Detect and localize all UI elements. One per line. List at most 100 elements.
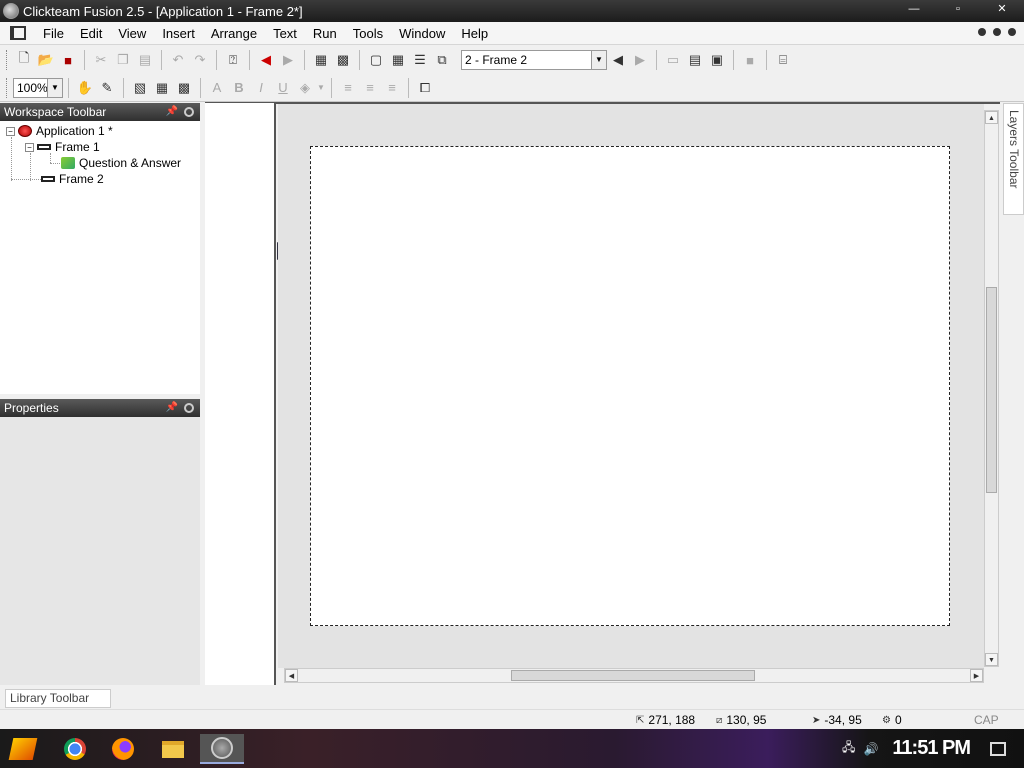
editor-toolbar: 100% ▼ ✋ ✎ ▧ ▦ ▩ A B I U ◈ ▼ ≡ ≡ ≡ ⧠ (0, 74, 1024, 102)
collapse-icon[interactable]: − (6, 126, 15, 136)
workspace-toolbar-header[interactable]: Workspace Toolbar 📌 (0, 103, 200, 121)
save-icon[interactable]: ■ (57, 49, 79, 71)
undo-icon[interactable]: ↶ (167, 49, 189, 71)
mdi-controls[interactable] (978, 28, 1016, 36)
event-list-icon[interactable]: ▩ (332, 49, 354, 71)
editor-outside-area[interactable] (205, 103, 276, 685)
scroll-left-icon[interactable]: ◀ (285, 669, 298, 682)
previous-frame-icon[interactable]: ◀ (607, 49, 629, 71)
close-button[interactable]: ✕ (980, 0, 1024, 20)
tree-item-application[interactable]: − Application 1 * (6, 123, 113, 139)
tree-item-question-answer[interactable]: Question & Answer (61, 155, 181, 171)
folder-icon (162, 740, 184, 758)
collapse-icon[interactable]: − (25, 142, 34, 152)
chevron-down-icon[interactable]: ▼ (316, 77, 326, 99)
event-editor-icon[interactable]: ▦ (387, 49, 409, 71)
new-icon[interactable]: 🗋 (13, 49, 35, 71)
properties-header[interactable]: Properties 📌 (0, 399, 200, 417)
next-frame-icon[interactable]: ▶ (629, 49, 651, 71)
scroll-thumb[interactable] (511, 670, 755, 681)
network-icon[interactable]: 🖧 (842, 738, 855, 759)
copy-icon[interactable]: ❐ (112, 49, 134, 71)
forward-icon[interactable]: ▶ (277, 49, 299, 71)
open-folder-icon[interactable]: 📂 (35, 49, 57, 71)
scroll-up-icon[interactable]: ▲ (985, 111, 998, 124)
start-button[interactable] (8, 734, 38, 764)
show-grid-icon[interactable]: ▧ (129, 77, 151, 99)
tree-item-frame-2[interactable]: Frame 2 (41, 171, 104, 187)
toolbar-grip[interactable] (6, 77, 9, 98)
chevron-down-icon[interactable]: ▼ (591, 51, 606, 69)
tree-item-frame-1[interactable]: − Frame 1 (25, 139, 100, 155)
menu-bar: File Edit View Insert Arrange Text Run T… (0, 22, 1024, 45)
back-icon[interactable]: ◀ (255, 49, 277, 71)
taskbar-file-explorer[interactable] (158, 734, 188, 764)
storyboard-editor-icon[interactable]: ▦ (310, 49, 332, 71)
menu-arrange[interactable]: Arrange (203, 22, 265, 45)
chevron-down-icon[interactable]: ▼ (47, 78, 62, 97)
align-left-icon[interactable]: ≡ (337, 77, 359, 99)
layers-toolbar-tab[interactable]: Layers Toolbar (1003, 103, 1024, 215)
align-right-icon[interactable]: ≡ (381, 77, 403, 99)
minimize-button[interactable]: — (892, 0, 936, 20)
horizontal-scrollbar[interactable]: ◀ ▶ (284, 668, 984, 683)
build-icon[interactable]: ⌸ (772, 49, 794, 71)
notification-icon[interactable] (990, 741, 1006, 756)
bold-icon[interactable]: B (228, 77, 250, 99)
library-toolbar-tab[interactable]: Library Toolbar (5, 689, 111, 708)
menu-tools[interactable]: Tools (345, 22, 391, 45)
close-icon[interactable] (184, 403, 194, 413)
toolbar-separator (84, 50, 85, 70)
data-elements-icon[interactable]: ⧉ (431, 49, 453, 71)
fill-color-icon[interactable]: ◈ (294, 77, 316, 99)
paste-icon[interactable]: ▤ (134, 49, 156, 71)
clock[interactable]: 11:51 PM (892, 737, 971, 760)
tree-line (11, 137, 12, 181)
menu-help[interactable]: Help (453, 22, 496, 45)
chrome-icon (64, 738, 86, 760)
event-list-editor-icon[interactable]: ☰ (409, 49, 431, 71)
frame-editor-icon[interactable]: ▢ (365, 49, 387, 71)
maximize-button[interactable]: ▫ (936, 0, 980, 20)
pin-icon[interactable]: 📌 (166, 103, 178, 121)
app-icon[interactable] (3, 3, 19, 19)
zoom-select[interactable]: 100% ▼ (13, 77, 63, 98)
toolbar-grip[interactable] (6, 50, 9, 70)
align-center-icon[interactable]: ≡ (359, 77, 381, 99)
scroll-right-icon[interactable]: ▶ (970, 669, 983, 682)
menu-edit[interactable]: Edit (72, 22, 110, 45)
taskbar-firefox[interactable] (108, 734, 138, 764)
menu-window[interactable]: Window (391, 22, 453, 45)
menu-file[interactable]: File (35, 22, 72, 45)
italic-icon[interactable]: I (250, 77, 272, 99)
scroll-down-icon[interactable]: ▼ (985, 653, 998, 666)
taskbar-clickteam-fusion[interactable] (200, 734, 244, 764)
font-icon[interactable]: A (206, 77, 228, 99)
grid-setup-icon[interactable]: ▩ (173, 77, 195, 99)
cut-icon[interactable]: ✂ (90, 49, 112, 71)
underline-icon[interactable]: U (272, 77, 294, 99)
menu-run[interactable]: Run (305, 22, 345, 45)
run-application-icon[interactable]: ▭ (662, 49, 684, 71)
run-frame-icon[interactable]: ▤ (684, 49, 706, 71)
menu-view[interactable]: View (110, 22, 154, 45)
redo-icon[interactable]: ↷ (189, 49, 211, 71)
help-icon[interactable]: ⍰ (222, 49, 244, 71)
hand-icon[interactable]: ✋ (74, 77, 96, 99)
run-project-icon[interactable]: ▣ (706, 49, 728, 71)
scroll-thumb[interactable] (986, 287, 997, 493)
menu-insert[interactable]: Insert (154, 22, 203, 45)
menu-list-icon[interactable] (10, 26, 26, 40)
close-icon[interactable] (184, 107, 194, 117)
volume-icon[interactable]: 🔊 (863, 742, 878, 756)
snap-grid-icon[interactable]: ▦ (151, 77, 173, 99)
frame-canvas[interactable] (310, 146, 950, 626)
stop-icon[interactable]: ■ (739, 49, 761, 71)
taskbar-chrome[interactable] (60, 734, 90, 764)
frame-select[interactable]: 2 - Frame 2 ▼ (461, 50, 607, 70)
menu-text[interactable]: Text (265, 22, 305, 45)
vertical-scrollbar[interactable]: ▲ ▼ (984, 110, 999, 667)
pin-icon[interactable]: 📌 (166, 399, 178, 417)
edit-tool-icon[interactable]: ✎ (96, 77, 118, 99)
fit-frame-icon[interactable]: ⧠ (414, 77, 436, 99)
